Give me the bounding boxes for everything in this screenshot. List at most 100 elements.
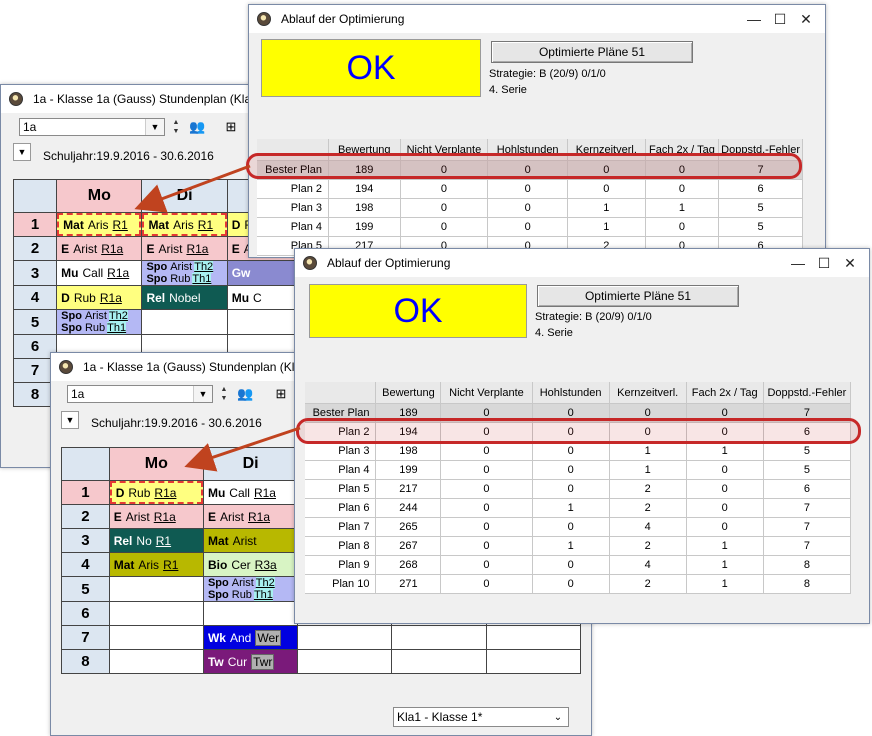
lesson[interactable]: Rel No R1 [110,530,202,552]
column-header[interactable]: Nicht Verplante [440,382,533,404]
lesson[interactable]: Rel Nobel [143,287,226,309]
plan-row[interactable]: Plan 6 244 0 1 2 0 7 [305,498,852,518]
lesson-cell[interactable]: Rel No R1 [108,528,204,553]
people-icon[interactable]: 👥 [189,119,205,135]
lesson[interactable]: Mu C [228,287,301,309]
spin-updown-icon[interactable]: ▲ ▼ [171,118,181,136]
lesson-cell[interactable]: D Rub R1a [108,480,204,505]
minimize-button[interactable]: — [741,10,767,28]
plan-row[interactable]: Plan 4 199 0 0 1 0 5 [305,460,852,480]
plan-row[interactable]: Plan 7 265 0 0 4 0 7 [305,517,852,537]
grid-icon[interactable]: ⊞ [223,119,239,135]
lesson-cell[interactable] [108,625,204,650]
period-number[interactable]: 3 [61,528,110,553]
plan-row[interactable]: Bester Plan 189 0 0 0 0 7 [257,160,803,180]
period-number[interactable]: 4 [61,552,110,577]
minimize-button[interactable]: — [785,254,811,272]
column-header[interactable]: Bewertung [375,382,442,404]
lesson[interactable]: D Rub R1a [110,481,203,504]
sport-lesson[interactable]: Spo Arist Th2 Spo Rub Th1 [204,577,296,601]
lesson-cell[interactable]: Mat Aris R1 [141,212,228,237]
lesson-cell[interactable]: E Arist R1a [141,236,228,261]
lesson-cell[interactable]: Spo Arist Th2 Spo Rub Th1 [202,576,299,602]
title-bar[interactable]: Ablauf der Optimierung — ☐ ✕ [295,249,869,277]
lesson-cell[interactable]: Mat Arist [202,528,299,553]
lesson-cell[interactable]: Mu Call R1a [56,260,143,286]
day-header[interactable]: Di [141,179,228,213]
chevron-down-icon[interactable]: ▼ [193,386,212,402]
lesson[interactable]: Mu Call R1a [204,482,296,504]
column-header[interactable]: Fach 2x / Tag [686,382,764,404]
lesson[interactable]: Mat Aris R1 [142,213,227,236]
spin-updown-icon[interactable]: ▲ ▼ [219,385,229,403]
lesson-cell[interactable] [108,649,204,674]
lesson-cell[interactable]: E Arist R1a [202,504,299,529]
lesson-cell[interactable] [202,601,299,626]
lesson-cell[interactable]: Spo Arist Th2 Spo Rub Th1 [141,260,228,286]
sport-lesson[interactable]: Spo Arist Th2 Spo Rub Th1 [143,261,226,285]
class-select[interactable]: 1a ▼ [19,118,165,136]
period-number[interactable]: 2 [61,504,110,529]
plan-row[interactable]: Plan 9 268 0 0 4 1 8 [305,555,852,575]
plan-row[interactable]: Plan 3 198 0 0 1 1 5 [257,198,803,218]
period-number[interactable]: 1 [61,480,110,505]
lesson-cell[interactable] [391,625,487,650]
period-number[interactable]: 3 [12,260,58,286]
lesson-cell[interactable]: Rel Nobel [141,285,228,310]
close-button[interactable]: ✕ [837,254,863,272]
column-header[interactable]: Doppstd.-Fehler [763,382,852,404]
chevron-down-icon[interactable]: ▼ [145,119,164,135]
period-number[interactable]: 2 [12,236,58,261]
lesson-cell[interactable] [297,649,393,674]
column-header[interactable]: Hohlstunden [487,139,569,161]
lesson[interactable]: Gw [228,262,301,285]
lesson[interactable]: Tw Cur Twr [204,651,296,673]
lesson-cell[interactable]: Gw [226,260,301,286]
lesson[interactable]: E Arist R1a [204,506,296,528]
plan-row[interactable]: Plan 4 199 0 0 1 0 5 [257,217,803,237]
day-header[interactable]: Di [202,447,299,481]
lesson-cell[interactable] [485,625,582,650]
lesson[interactable]: Bio Cer R3a [204,554,296,576]
lesson[interactable]: Mat Arist [204,530,296,552]
class-select[interactable]: 1a ▼ [67,385,213,403]
lesson-cell[interactable]: E Arist R1a [56,236,143,261]
lesson-cell[interactable] [485,649,582,674]
sport-lesson[interactable]: Spo Arist Th2 Spo Rub Th1 [58,310,141,334]
period-number[interactable]: 4 [12,285,58,310]
column-header[interactable]: Nicht Verplante [400,139,489,161]
lesson-cell[interactable]: Spo Arist Th2 Spo Rub Th1 [56,309,143,335]
lesson-cell[interactable] [108,576,204,602]
maximize-button[interactable]: ☐ [767,10,793,28]
plan-row[interactable]: Plan 3 198 0 0 1 1 5 [305,441,852,461]
lesson-cell[interactable]: Mu C [226,285,301,310]
lesson[interactable]: Mu Call R1a [58,262,141,285]
plan-row[interactable]: Plan 2 194 0 0 0 0 6 [257,179,803,199]
chevron-down-icon[interactable]: ⌄ [550,709,566,727]
period-number[interactable]: 8 [61,649,110,674]
period-number[interactable]: 1 [12,212,58,237]
lesson-cell[interactable]: Mat Aris R1 [56,212,143,237]
title-bar[interactable]: Ablauf der Optimierung — ☐ ✕ [249,5,825,33]
lesson[interactable]: E Arist R1a [143,238,226,260]
period-dropdown-button[interactable]: ▼ [13,143,31,161]
plan-row[interactable]: Plan 5 217 0 0 2 0 6 [305,479,852,499]
column-header[interactable]: Fach 2x / Tag [645,139,720,161]
people-icon[interactable]: 👥 [237,386,253,402]
column-header[interactable] [305,382,377,404]
plan-row[interactable]: Plan 10 271 0 0 2 1 8 [305,574,852,594]
lesson-cell[interactable] [391,649,487,674]
lesson-cell[interactable]: Wk And Wer [202,625,299,650]
grid-icon[interactable]: ⊞ [273,386,289,402]
day-header[interactable]: Mo [108,447,204,481]
lesson-cell[interactable]: Mat Aris R1 [108,552,204,577]
period-dropdown-button[interactable]: ▼ [61,411,79,429]
column-header[interactable]: Hohlstunden [532,382,610,404]
plan-row[interactable]: Plan 2 194 0 0 0 0 6 [305,422,852,442]
period-number[interactable]: 7 [61,625,110,650]
lesson[interactable]: D Rub R1a [58,287,141,309]
maximize-button[interactable]: ☐ [811,254,837,272]
plan-row[interactable]: Plan 8 267 0 1 2 1 7 [305,536,852,556]
lesson[interactable]: Mat Aris R1 [57,213,141,236]
period-number[interactable]: 5 [61,576,110,602]
